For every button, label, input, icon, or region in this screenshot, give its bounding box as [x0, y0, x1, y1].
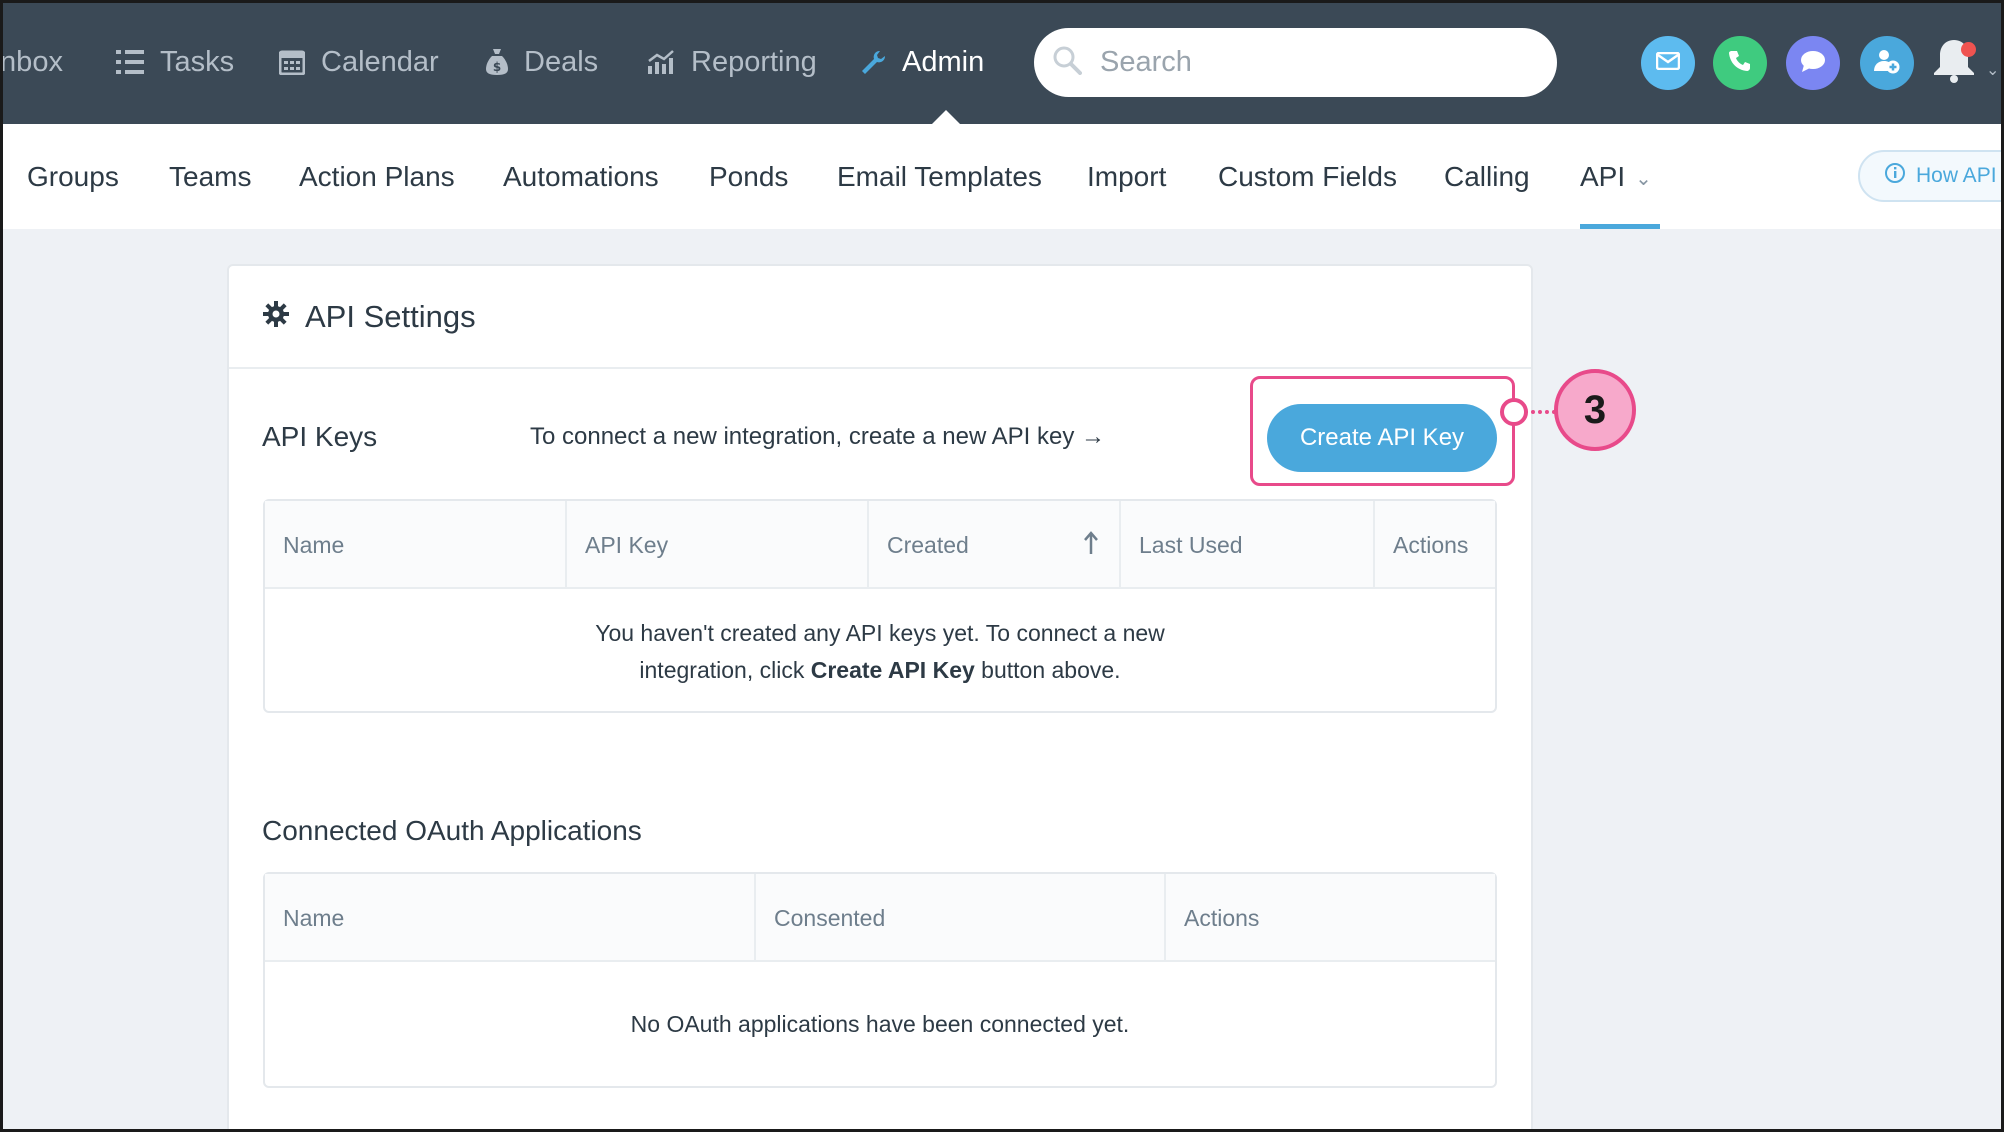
how-api-help-label: How API w [1916, 164, 2004, 187]
column-header-last-used[interactable]: Last Used [1121, 501, 1375, 589]
chart-icon [647, 49, 675, 75]
tab-automations[interactable]: Automations [503, 124, 659, 229]
nav-deals[interactable]: $ Deals [486, 0, 598, 124]
phone-button[interactable] [1713, 36, 1767, 90]
add-person-button[interactable] [1860, 36, 1914, 90]
phone-icon [1728, 49, 1752, 78]
gear-icon [263, 299, 289, 335]
nav-calendar[interactable]: Calendar [279, 0, 439, 124]
column-header-created-label: Created [887, 531, 969, 558]
nav-inbox-label: Inbox [0, 45, 63, 78]
nav-admin-label: Admin [902, 45, 985, 78]
empty-message-line2-pre: integration, click [639, 657, 811, 683]
tab-import[interactable]: Import [1087, 124, 1166, 229]
page-title: API Settings [305, 298, 476, 334]
tab-api[interactable]: API ⌄ [1580, 124, 1660, 229]
tab-custom-fields[interactable]: Custom Fields [1218, 124, 1397, 229]
search-icon [1052, 45, 1082, 80]
column-header-actions: Actions [1184, 904, 1260, 931]
add-person-icon [1873, 47, 1901, 80]
admin-subnav: Groups Teams Action Plans Automations Po… [0, 124, 2004, 229]
info-icon [1884, 162, 1906, 190]
callout-anchor [1500, 398, 1528, 426]
empty-message-line1: You haven't created any API keys yet. To… [595, 620, 1165, 646]
tab-api-label: API [1580, 160, 1626, 192]
nav-tasks-label: Tasks [160, 45, 235, 78]
nav-reporting-label: Reporting [691, 45, 817, 78]
empty-message-line2-post: button above. [974, 657, 1121, 683]
oauth-table: Name Consented Actions No OAuth applicat… [263, 872, 1497, 1088]
notification-dot [1961, 42, 1976, 57]
column-header-name[interactable]: Name [265, 501, 567, 589]
api-keys-heading: API Keys [262, 421, 378, 452]
active-nav-pointer [932, 110, 960, 124]
nav-reporting[interactable]: Reporting [647, 0, 817, 124]
sort-ascending-icon[interactable] [1083, 531, 1099, 561]
api-keys-hint: To connect a new integration, create a n… [530, 423, 1105, 450]
tab-action-plans[interactable]: Action Plans [299, 124, 455, 229]
column-header-api-key[interactable]: API Key [567, 501, 869, 589]
wrench-icon [860, 49, 886, 75]
list-icon [116, 49, 144, 75]
tab-teams[interactable]: Teams [169, 124, 251, 229]
chevron-down-icon: ⌄ [1986, 62, 2000, 79]
search-box[interactable] [1034, 28, 1557, 97]
oauth-heading: Connected OAuth Applications [262, 815, 642, 846]
api-keys-table: Name API Key Created Last Used Actions Y… [263, 499, 1497, 713]
column-header-consented[interactable]: Consented [756, 874, 1166, 962]
chevron-down-icon: ⌄ [1635, 168, 1652, 190]
oauth-empty-message: No OAuth applications have been connecte… [630, 1011, 1130, 1037]
how-api-help-button[interactable]: How API w [1858, 150, 2004, 202]
callout-step-badge: 3 [1554, 369, 1636, 451]
moneybag-icon: $ [486, 48, 508, 76]
api-keys-empty-message: You haven't created any API keys yet. To… [265, 615, 1495, 689]
tab-email-templates[interactable]: Email Templates [837, 124, 1042, 229]
tab-ponds[interactable]: Ponds [709, 124, 788, 229]
column-header-name[interactable]: Name [265, 874, 756, 962]
column-header-actions: Actions [1393, 531, 1469, 558]
top-navigation: Inbox Tasks Calendar $ Deals Reporting A… [0, 0, 2004, 124]
column-header-created[interactable]: Created [869, 501, 1121, 589]
callout-connector [1524, 410, 1556, 414]
callout-highlight-box [1250, 376, 1515, 486]
table-header: Name Consented Actions [265, 874, 1495, 962]
nav-deals-label: Deals [524, 45, 599, 78]
email-icon [1655, 51, 1681, 75]
nav-calendar-label: Calendar [321, 45, 439, 78]
email-button[interactable] [1641, 36, 1695, 90]
search-input[interactable] [1100, 46, 1520, 79]
svg-text:$: $ [493, 60, 501, 74]
table-header: Name API Key Created Last Used Actions [265, 501, 1495, 589]
chat-icon [1800, 49, 1826, 78]
calendar-icon [279, 49, 305, 75]
empty-message-line2: integration, click Create API Key button… [265, 652, 1495, 689]
nav-inbox[interactable]: Inbox [0, 0, 63, 124]
chat-button[interactable] [1786, 36, 1840, 90]
nav-tasks[interactable]: Tasks [116, 0, 234, 124]
bell-icon [1932, 40, 1976, 88]
tab-calling[interactable]: Calling [1444, 124, 1530, 229]
tab-groups[interactable]: Groups [27, 124, 119, 229]
notifications-button[interactable]: ⌄ [1932, 36, 1999, 92]
empty-message-bold-link: Create API Key [810, 657, 975, 683]
card-header: API Settings [229, 266, 1531, 369]
nav-admin[interactable]: Admin [860, 0, 984, 124]
